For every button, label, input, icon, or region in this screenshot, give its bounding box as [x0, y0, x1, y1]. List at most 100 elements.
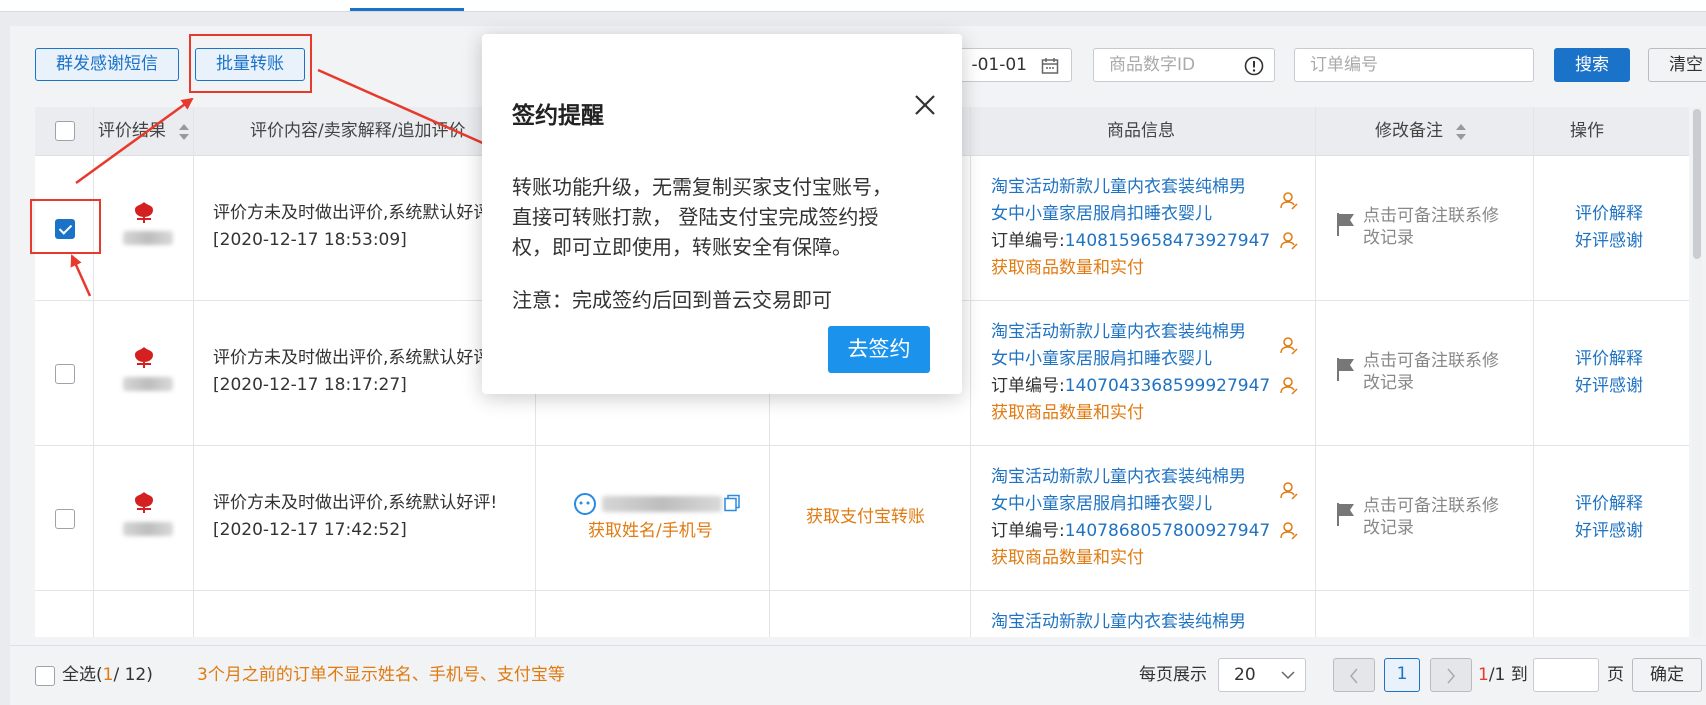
- order-label: 订单编号:: [991, 376, 1065, 396]
- review-text: 评价方未及时做出评价,系统默认好评!: [213, 493, 498, 513]
- product-title-link-line2[interactable]: 女中小童家居服肩扣睡衣婴儿: [991, 201, 1212, 228]
- next-page-button[interactable]: [1430, 658, 1472, 692]
- user-edit-icon[interactable]: [1279, 191, 1299, 211]
- per-page-label: 每页展示: [1139, 665, 1207, 685]
- row-checkbox[interactable]: [55, 364, 75, 384]
- order-no-input[interactable]: 订单编号: [1294, 48, 1534, 82]
- chevron-down-icon: [1281, 671, 1295, 680]
- blurred-buyer-name: [602, 496, 722, 512]
- thanks-review-link[interactable]: 好评感谢: [1575, 518, 1643, 545]
- page-unit: 页: [1607, 665, 1624, 685]
- blurred-username: [123, 522, 173, 536]
- selected-count: 1: [102, 665, 114, 685]
- review-text: 评价方未及时做出评价,系统默认好评!: [213, 203, 498, 223]
- user-edit-icon[interactable]: [1279, 336, 1299, 356]
- user-edit-icon[interactable]: [1279, 376, 1299, 396]
- product-title-link[interactable]: 淘宝活动新款儿童内衣套装纯棉男: [991, 174, 1246, 201]
- rose-icon: [135, 347, 153, 368]
- blurred-username: [123, 377, 173, 391]
- review-time: [2020-12-17 18:17:27]: [213, 375, 407, 395]
- tab-bar: [0, 0, 1706, 12]
- order-number-link[interactable]: 1408159658473927947: [1065, 231, 1271, 251]
- page-indicator: 1/1 到: [1478, 662, 1528, 689]
- thanks-review-link[interactable]: 好评感谢: [1575, 373, 1643, 400]
- header-remark[interactable]: 修改备注: [1375, 118, 1443, 145]
- flag-icon[interactable]: [1335, 356, 1357, 382]
- per-page-value: 20: [1234, 665, 1256, 685]
- product-id-placeholder: 商品数字ID: [1109, 55, 1196, 75]
- confirm-page-button[interactable]: 确定: [1632, 658, 1702, 692]
- copy-icon[interactable]: [723, 494, 741, 512]
- header-actions: 操作: [1570, 121, 1604, 141]
- product-title-link[interactable]: 淘宝活动新款儿童内衣套装纯棉男: [991, 319, 1246, 346]
- select-all-checkbox[interactable]: [35, 666, 55, 686]
- goto-page-input[interactable]: [1533, 658, 1599, 692]
- rose-icon: [135, 202, 153, 223]
- product-title-link[interactable]: 淘宝活动新款儿童内衣套装纯棉男: [991, 609, 1246, 636]
- sign-reminder-dialog: 签约提醒 转账功能升级，无需复制买家支付宝账号， 直接可转账打款， 登陆支付宝完…: [482, 34, 962, 394]
- header-select-all-checkbox[interactable]: [55, 121, 75, 141]
- flag-icon[interactable]: [1335, 501, 1357, 527]
- explain-review-link[interactable]: 评价解释: [1575, 346, 1643, 373]
- dialog-body-line-1: 转账功能升级，无需复制买家支付宝账号，: [512, 175, 892, 199]
- batch-transfer-button[interactable]: 批量转账: [195, 48, 305, 81]
- dialog-body-line-3: 权，即可立即使用，转账安全有保障。: [512, 235, 852, 259]
- select-all-label[interactable]: 全选(1/ 12): [62, 662, 153, 689]
- header-review-content: 评价内容/卖家解释/追加评价: [250, 121, 466, 141]
- review-time: [2020-12-17 17:42:52]: [213, 520, 407, 540]
- flag-icon[interactable]: [1335, 211, 1357, 237]
- dialog-body-line-2: 直接可转账打款， 登陆支付宝完成签约授: [512, 205, 879, 229]
- fetch-quantity-link[interactable]: 获取商品数量和实付: [991, 400, 1144, 427]
- fetch-quantity-link[interactable]: 获取商品数量和实付: [991, 255, 1144, 282]
- product-title-link[interactable]: 淘宝活动新款儿童内衣套装纯棉男: [991, 464, 1246, 491]
- header-review-result[interactable]: 评价结果: [98, 118, 166, 145]
- remark-link-line2[interactable]: 改记录: [1363, 225, 1414, 252]
- user-edit-icon[interactable]: [1279, 481, 1299, 501]
- order-number-link[interactable]: 1407043368599927947: [1065, 376, 1271, 396]
- product-title-link-line2[interactable]: 女中小童家居服肩扣睡衣婴儿: [991, 491, 1212, 518]
- sort-icon[interactable]: [1455, 122, 1467, 142]
- product-id-input[interactable]: 商品数字ID: [1093, 48, 1275, 82]
- thanks-review-link[interactable]: 好评感谢: [1575, 228, 1643, 255]
- product-title-link-line2[interactable]: 女中小童家居服肩扣睡衣婴儿: [991, 346, 1212, 373]
- order-number-link[interactable]: 1407868057800927947: [1065, 521, 1271, 541]
- clear-button[interactable]: 清空: [1648, 48, 1706, 82]
- row-checkbox[interactable]: [55, 509, 75, 529]
- date-value: -01-01: [971, 55, 1027, 75]
- sort-icon[interactable]: [178, 122, 190, 142]
- page-number-button[interactable]: 1: [1384, 658, 1420, 692]
- select-all-text: 全选(: [62, 665, 103, 685]
- fetch-alipay-link[interactable]: 获取支付宝转账: [806, 504, 925, 531]
- table-scrollbar[interactable]: [1692, 107, 1702, 637]
- total-count: / 12): [113, 665, 153, 685]
- goto-label: 到: [1510, 665, 1528, 685]
- row-checkbox[interactable]: [55, 219, 75, 239]
- group-sms-button[interactable]: 群发感谢短信: [35, 48, 179, 81]
- user-edit-icon[interactable]: [1279, 521, 1299, 541]
- chevron-right-icon: [1447, 668, 1455, 684]
- fetch-quantity-link[interactable]: 获取商品数量和实付: [991, 545, 1144, 572]
- remark-link-line2[interactable]: 改记录: [1363, 370, 1414, 397]
- order-label: 订单编号:: [991, 521, 1065, 541]
- wangwang-chat-icon[interactable]: [572, 492, 598, 516]
- scrollbar-thumb[interactable]: [1693, 109, 1701, 259]
- fetch-name-phone-link[interactable]: 获取姓名/手机号: [588, 518, 713, 545]
- calendar-icon: [1041, 58, 1059, 74]
- search-button[interactable]: 搜索: [1554, 48, 1630, 82]
- dialog-note: 注意：完成签约后回到普云交易即可: [512, 288, 832, 312]
- info-icon: [1244, 56, 1264, 76]
- prev-page-button[interactable]: [1333, 658, 1375, 692]
- per-page-select[interactable]: 20: [1218, 658, 1306, 692]
- header-product-info: 商品信息: [1107, 121, 1175, 141]
- explain-review-link[interactable]: 评价解释: [1575, 491, 1643, 518]
- page-current: 1: [1478, 665, 1489, 685]
- old-orders-notice: 3个月之前的订单不显示姓名、手机号、支付宝等: [197, 665, 565, 685]
- rose-icon: [135, 492, 153, 513]
- close-icon[interactable]: [912, 92, 938, 118]
- remark-link-line2[interactable]: 改记录: [1363, 515, 1414, 542]
- blurred-username: [123, 231, 173, 245]
- user-edit-icon[interactable]: [1279, 231, 1299, 251]
- review-text: 评价方未及时做出评价,系统默认好评!: [213, 348, 498, 368]
- explain-review-link[interactable]: 评价解释: [1575, 201, 1643, 228]
- go-sign-button[interactable]: 去签约: [828, 326, 930, 373]
